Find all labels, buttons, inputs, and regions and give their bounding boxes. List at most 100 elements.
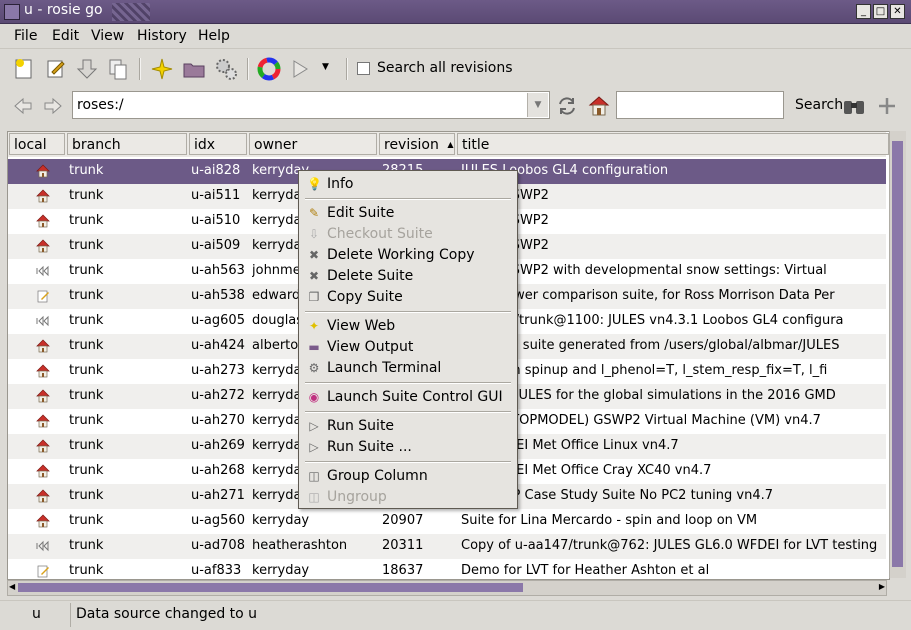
- column-header-branch[interactable]: branch: [67, 133, 187, 155]
- menu-item-group-column[interactable]: ◫ Group Column: [299, 466, 517, 487]
- maximize-button[interactable]: □: [873, 4, 888, 19]
- toolbar-separator: [139, 58, 141, 80]
- menu-item-launch-terminal[interactable]: ⚙ Launch Terminal: [299, 358, 517, 379]
- cell-owner: kerryday: [252, 513, 310, 528]
- cell-title: Suite for Lina Mercardo - spin and loop …: [461, 513, 758, 528]
- scroll-right-icon[interactable]: ▶: [879, 582, 885, 591]
- column-header-title[interactable]: title: [457, 133, 889, 155]
- delete-icon: ✖: [308, 269, 320, 283]
- scroll-left-icon[interactable]: ◀: [9, 582, 15, 591]
- app-icon: [4, 4, 20, 20]
- refresh-icon[interactable]: [555, 94, 579, 118]
- home-icon: [36, 489, 50, 503]
- status-bar: u Data source changed to u: [0, 600, 911, 630]
- cell-idx: u-ai510: [191, 213, 241, 228]
- home-icon: [36, 464, 50, 478]
- vertical-scroll-thumb[interactable]: [892, 141, 903, 567]
- cell-idx: u-ah270: [191, 413, 245, 428]
- table-header: local branch idx owner revision ▲ title: [8, 132, 889, 157]
- cell-owner: heatherashton: [252, 538, 348, 553]
- menu-separator: [305, 311, 511, 313]
- menu-item-run-suite[interactable]: ▷ Run Suite ...: [299, 437, 517, 458]
- checkout-icon: ⇩: [308, 227, 320, 241]
- horizontal-scrollbar[interactable]: ◀ ▶: [7, 580, 887, 596]
- menu-separator: [305, 461, 511, 463]
- status-message: Data source changed to u: [76, 606, 258, 622]
- menu-item-label: View Web: [327, 318, 396, 334]
- menu-file[interactable]: File: [14, 28, 37, 44]
- cell-branch: trunk: [69, 188, 104, 203]
- menu-item-run-suite[interactable]: ▷ Run Suite: [299, 416, 517, 437]
- address-text[interactable]: roses:/: [77, 97, 124, 113]
- home-icon[interactable]: [587, 94, 611, 118]
- column-header-local[interactable]: local: [9, 133, 65, 155]
- play-icon: ▷: [309, 419, 319, 433]
- cell-branch: trunk: [69, 463, 104, 478]
- star-icon[interactable]: [150, 57, 174, 81]
- binoculars-icon[interactable]: [842, 95, 866, 117]
- column-header-owner[interactable]: owner: [249, 133, 377, 155]
- cell-idx: u-ah563: [191, 263, 245, 278]
- address-dropdown-icon[interactable]: ▼: [527, 93, 548, 117]
- search-all-checkbox[interactable]: [357, 62, 370, 75]
- cell-idx: u-ai509: [191, 238, 241, 253]
- run-dropdown-icon[interactable]: ▼: [322, 62, 329, 72]
- table-row[interactable]: trunk u-af833 kerryday 18637 Demo for LVT fo…: [8, 559, 886, 579]
- back-arrow-icon[interactable]: [12, 95, 34, 117]
- cell-idx: u-ah269: [191, 438, 245, 453]
- home-icon: [36, 214, 50, 228]
- address-bar[interactable]: roses:/ ▼: [72, 91, 550, 119]
- menu-separator: [305, 411, 511, 413]
- search-all-label: Search all revisions: [377, 60, 513, 76]
- add-icon[interactable]: [876, 95, 898, 117]
- close-button[interactable]: ✕: [890, 4, 905, 19]
- cell-title: L6.0 with spinup and l_phenol=T, l_stem_…: [461, 363, 828, 378]
- menu-item-info[interactable]: 💡 Info: [299, 174, 517, 195]
- column-header-revision[interactable]: revision ▲: [379, 133, 455, 155]
- edit-suite-icon[interactable]: [44, 57, 68, 81]
- horizontal-scroll-thumb[interactable]: [18, 583, 523, 592]
- folder-icon[interactable]: [182, 57, 206, 81]
- menu-item-launch-suite-control-gui[interactable]: ◉ Launch Suite Control GUI: [299, 387, 517, 408]
- play-icon[interactable]: [288, 57, 312, 81]
- table-row[interactable]: trunk u-ag560 kerryday 20907 Suite for Lina …: [8, 509, 886, 534]
- new-suite-icon[interactable]: [12, 57, 36, 81]
- title-bar: u - rosie go _ □ ✕: [0, 0, 911, 24]
- cell-title: ain of GSWP2: [461, 213, 549, 228]
- table-row[interactable]: trunk u-ad708 heatherashton 20311 Copy of u-…: [8, 534, 886, 559]
- menu-help[interactable]: Help: [198, 28, 230, 44]
- menu-item-label: Launch Terminal: [327, 360, 442, 376]
- copy-icon[interactable]: [106, 57, 130, 81]
- menu-edit[interactable]: Edit: [52, 28, 79, 44]
- title-decoration: [112, 3, 150, 21]
- menu-history[interactable]: History: [137, 28, 187, 44]
- menu-item-delete-suite[interactable]: ✖ Delete Suite: [299, 266, 517, 287]
- menu-item-view-web[interactable]: ✦ View Web: [299, 316, 517, 337]
- forward-arrow-icon[interactable]: [42, 95, 64, 117]
- star-icon: ✦: [308, 319, 320, 333]
- search-button[interactable]: Search: [795, 97, 843, 113]
- menu-view[interactable]: View: [91, 28, 124, 44]
- home-icon: [36, 189, 50, 203]
- checkout-icon[interactable]: [75, 57, 99, 81]
- cell-title: ain of GSWP2: [461, 238, 549, 253]
- menu-item-view-output[interactable]: ▬ View Output: [299, 337, 517, 358]
- menu-item-copy-suite[interactable]: ❐ Copy Suite: [299, 287, 517, 308]
- minimize-button[interactable]: _: [856, 4, 871, 19]
- column-header-idx[interactable]: idx: [189, 133, 247, 155]
- cell-revision: 20907: [382, 513, 424, 528]
- menu-item-label: Delete Suite: [327, 268, 414, 284]
- colorwheel-icon: ◉: [308, 390, 320, 404]
- menu-item-edit-suite[interactable]: ✎ Edit Suite: [299, 203, 517, 224]
- status-divider: [70, 603, 71, 627]
- home-icon: [36, 164, 50, 178]
- search-input[interactable]: [616, 91, 784, 119]
- menu-item-label: Delete Working Copy: [327, 247, 475, 263]
- colorwheel-icon[interactable]: [257, 57, 281, 81]
- gears-icon[interactable]: [214, 57, 238, 81]
- cell-idx: u-ai511: [191, 188, 241, 203]
- vertical-scrollbar[interactable]: [889, 131, 906, 578]
- menu-item-delete-working-copy[interactable]: ✖ Delete Working Copy: [299, 245, 517, 266]
- rewind-icon: [36, 265, 49, 277]
- cell-title: 6.0 WFDEI Met Office Cray XC40 vn4.7: [461, 463, 712, 478]
